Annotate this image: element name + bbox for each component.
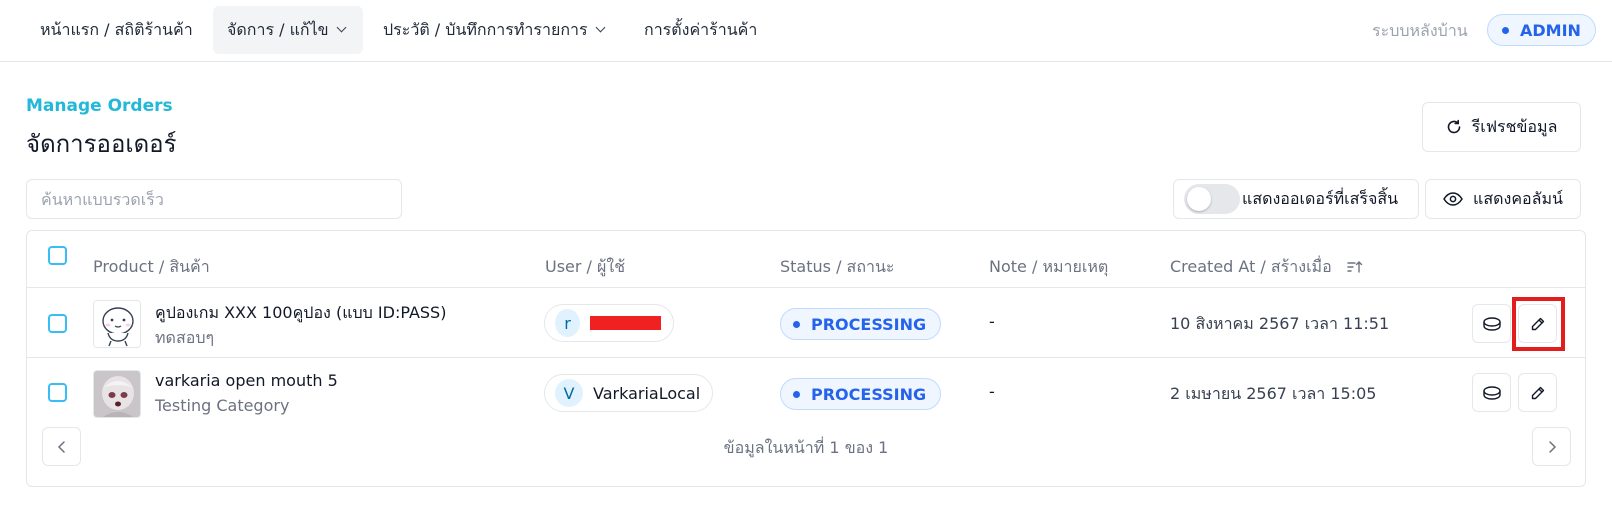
column-header-status[interactable]: Status / สถานะ: [780, 255, 895, 280]
product-category: ทดสอบๆ: [155, 328, 215, 347]
refresh-button[interactable]: รีเฟรชข้อมูล: [1422, 102, 1581, 152]
coin-icon: [1482, 316, 1501, 331]
nav-item-label: ประวัติ / บันทึกการทำรายการ: [383, 19, 588, 39]
sort-icon[interactable]: [1347, 260, 1363, 274]
column-header-created[interactable]: Created At / สร้างเมื่อ: [1170, 255, 1363, 280]
quick-search-input[interactable]: [26, 179, 402, 219]
nav-item-label: การตั้งค่าร้านค้า: [644, 19, 758, 39]
eye-icon: [1443, 192, 1463, 206]
chevron-right-icon: [1548, 440, 1556, 453]
refresh-icon: [1447, 119, 1460, 134]
show-columns-label: แสดงคอลัมน์: [1473, 188, 1563, 208]
avatar: V: [555, 379, 583, 407]
payment-button[interactable]: [1472, 373, 1511, 412]
row-checkbox[interactable]: [48, 383, 67, 402]
role-badge: ADMIN: [1487, 14, 1596, 46]
status-dot-icon: [793, 320, 800, 328]
column-header-note[interactable]: Note / หมายเหตุ: [989, 255, 1108, 280]
column-header-created-label: Created At / สร้างเมื่อ: [1170, 257, 1332, 276]
toggle-knob: [1187, 187, 1211, 211]
backend-label: ระบบหลังบ้าน: [1372, 21, 1468, 40]
user-chip[interactable]: V VarkariaLocal: [544, 374, 714, 412]
product-thumbnail: [93, 370, 141, 418]
user-chip[interactable]: r: [544, 304, 674, 342]
table-row: คูปองเกม XXX 100คูปอง (แบบ ID:PASS) ทดสอ…: [27, 287, 1585, 358]
nav-item-store-settings[interactable]: การตั้งค่าร้านค้า: [630, 6, 771, 54]
orders-table: Product / สินค้า User / ผู้ใช้ Status / …: [26, 230, 1586, 487]
product-name: คูปองเกม XXX 100คูปอง (แบบ ID:PASS): [155, 303, 447, 322]
status-badge: PROCESSING: [780, 308, 942, 340]
select-all-checkbox[interactable]: [48, 246, 67, 265]
nav-item-home-stats[interactable]: หน้าแรก / สถิติร้านค้า: [26, 6, 207, 54]
status-dot-icon: [1502, 26, 1509, 34]
status-dot-icon: [793, 390, 800, 398]
created-at: 2 เมษายน 2567 เวลา 15:05: [1170, 384, 1377, 403]
note-value: -: [989, 312, 995, 331]
avatar: r: [555, 309, 581, 337]
role-badge-label: ADMIN: [1520, 20, 1581, 40]
nav-item-history-log[interactable]: ประวัติ / บันทึกการทำรายการ: [369, 6, 618, 54]
edit-order-button[interactable]: [1518, 373, 1557, 412]
nav-item-manage-edit[interactable]: จัดการ / แก้ไข: [213, 6, 363, 54]
pencil-icon: [1531, 386, 1544, 399]
show-completed-toggle[interactable]: แสดงออเดอร์ที่เสร็จสิ้น: [1173, 179, 1419, 219]
column-header-product[interactable]: Product / สินค้า: [93, 255, 210, 280]
chevron-down-icon: [595, 22, 606, 33]
created-at: 10 สิงหาคม 2567 เวลา 11:51: [1170, 314, 1390, 333]
product-name: varkaria open mouth 5: [155, 371, 338, 390]
coin-icon: [1482, 385, 1501, 400]
page-title: จัดการออเดอร์: [26, 130, 177, 158]
status-label: PROCESSING: [811, 314, 927, 334]
payment-button[interactable]: [1472, 304, 1511, 343]
toggle-switch[interactable]: [1184, 184, 1240, 214]
nav-item-label: หน้าแรก / สถิติร้านค้า: [40, 19, 193, 39]
highlight-box: [1512, 297, 1565, 351]
status-label: PROCESSING: [811, 384, 927, 404]
table-row: varkaria open mouth 5 Testing Category V…: [27, 357, 1585, 428]
redacted-username: [590, 316, 661, 330]
toggle-label: แสดงออเดอร์ที่เสร็จสิ้น: [1242, 188, 1399, 208]
page-subtitle: Manage Orders: [26, 96, 173, 116]
top-navbar: หน้าแรก / สถิติร้านค้า จัดการ / แก้ไข ปร…: [0, 0, 1612, 62]
product-category: Testing Category: [155, 396, 290, 415]
chevron-down-icon: [336, 22, 347, 33]
row-checkbox[interactable]: [48, 314, 67, 333]
user-name: VarkariaLocal: [593, 383, 701, 403]
refresh-button-label: รีเฟรชข้อมูล: [1471, 116, 1558, 136]
status-badge: PROCESSING: [780, 378, 942, 410]
column-header-user[interactable]: User / ผู้ใช้: [545, 255, 625, 280]
nav-item-label: จัดการ / แก้ไข: [227, 19, 329, 39]
product-thumbnail: [93, 300, 141, 348]
show-columns-button[interactable]: แสดงคอลัมน์: [1425, 179, 1581, 219]
note-value: -: [989, 382, 995, 401]
pagination-info: ข้อมูลในหน้าที่ 1 ของ 1: [723, 438, 889, 457]
next-page-button[interactable]: [1532, 427, 1571, 466]
